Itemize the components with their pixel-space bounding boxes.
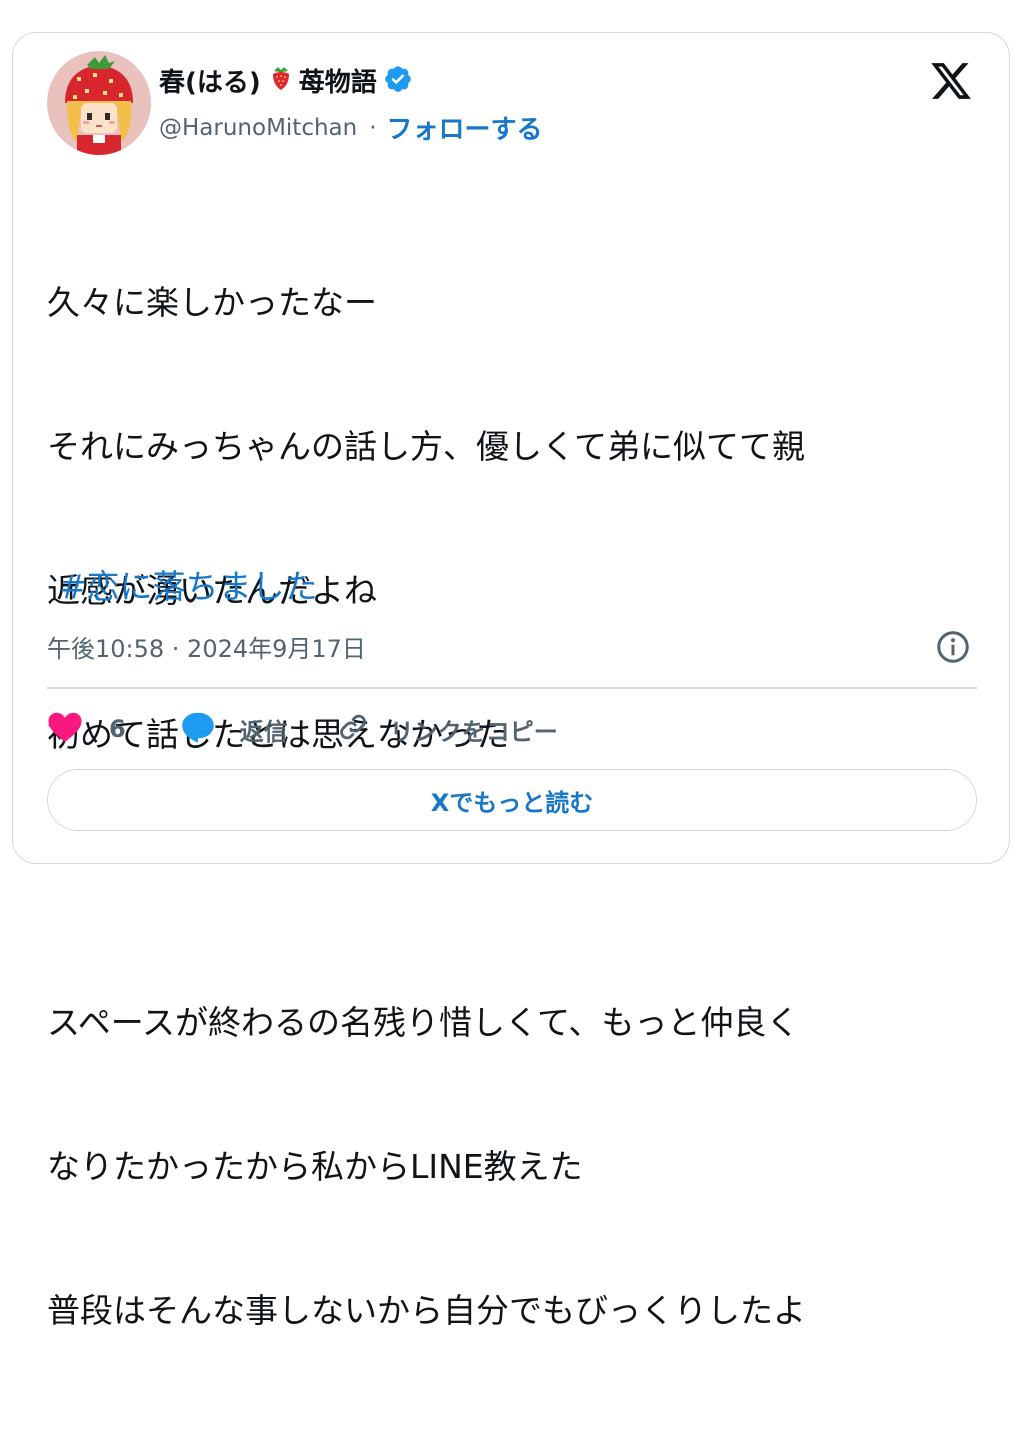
- author-display-name[interactable]: 春(はる): [159, 62, 261, 99]
- read-more-button[interactable]: Xでもっと読む: [47, 769, 977, 831]
- follow-link[interactable]: フォローする: [387, 109, 543, 146]
- tweet-line: [47, 855, 987, 903]
- copy-link-label: リンクをコピー: [389, 717, 558, 746]
- like-button[interactable]: 6: [47, 710, 126, 748]
- hashtag-link[interactable]: #恋に落ちました: [59, 563, 318, 611]
- tweet-line: それにみっちゃんの話し方、優しくて弟に似てて親: [47, 427, 806, 466]
- link-icon: [336, 710, 370, 748]
- verified-badge-icon: [383, 64, 413, 98]
- separator-dot: ·: [369, 114, 377, 141]
- like-count: 6: [109, 715, 126, 743]
- reply-label: 返信: [239, 717, 288, 746]
- divider: [47, 687, 977, 689]
- action-bar: 6 返信 リンクをコピー: [47, 707, 558, 751]
- tweet-line: 久々に楽しかったなー: [47, 283, 377, 322]
- tweet-line: 普段はそんな事しないから自分でもびっくりしたよ: [47, 1291, 806, 1330]
- author-avatar[interactable]: [47, 51, 151, 155]
- heart-icon: [47, 710, 83, 748]
- author-name-row[interactable]: 春(はる) 苺物語: [159, 62, 413, 99]
- info-icon[interactable]: [935, 629, 971, 665]
- strawberry-icon: [271, 65, 291, 95]
- read-more-label: Xでもっと読む: [430, 788, 594, 817]
- tweet-line: スペースが終わるの名残り惜しくて、もっと仲良く: [47, 1003, 800, 1042]
- tweet-line: なりたかったから私からLINE教えた: [47, 1147, 583, 1186]
- reply-button[interactable]: 返信: [180, 710, 288, 748]
- author-handle-row: @HarunoMitchan · フォローする: [159, 109, 543, 146]
- tweet-timestamp[interactable]: 午後10:58 · 2024年9月17日: [47, 629, 366, 664]
- x-logo-icon[interactable]: [929, 59, 973, 103]
- author-display-name-suffix[interactable]: 苺物語: [299, 62, 377, 99]
- author-handle[interactable]: @HarunoMitchan: [159, 115, 357, 141]
- embedded-tweet-card: 春(はる) 苺物語 @HarunoMitchan · フォローする 久々に楽しか…: [12, 32, 1010, 1330]
- reply-bubble-icon: [180, 710, 216, 748]
- avatar-image: [47, 51, 151, 155]
- copy-link-button[interactable]: リンクをコピー: [336, 710, 558, 748]
